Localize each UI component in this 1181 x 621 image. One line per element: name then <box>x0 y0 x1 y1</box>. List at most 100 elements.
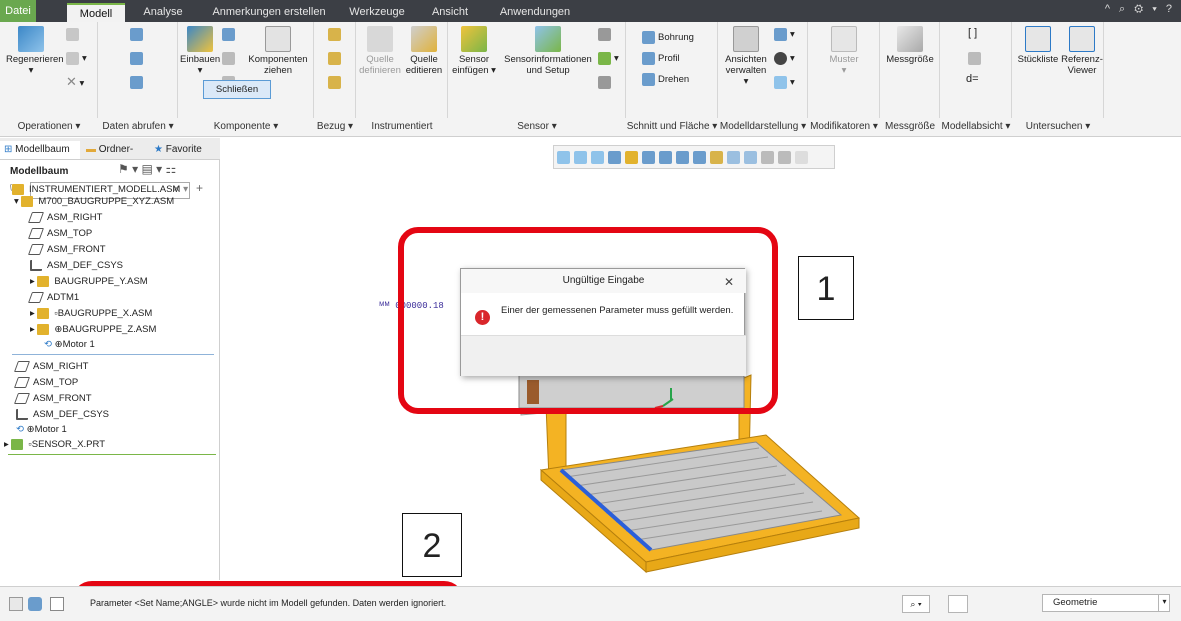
muster-button[interactable]: Muster ▾ <box>820 26 868 76</box>
create-component-icon[interactable] <box>222 28 238 41</box>
group-label-daten-abrufen[interactable]: Daten abrufen ▾ <box>98 119 178 135</box>
copy-geometry-icon[interactable] <box>130 52 146 65</box>
quelle-editieren-button[interactable]: Quelle editieren <box>402 26 446 76</box>
insert-here-line[interactable] <box>12 354 214 355</box>
appearance-icon[interactable]: ▾ <box>774 52 795 65</box>
ansichten-verwalten-button[interactable]: Ansichten verwalten ▾ <box>722 26 770 87</box>
tree-item-motor-1[interactable]: ⟲ ⊕Motor 1 <box>44 337 95 353</box>
tree2-item-asm-def-csys[interactable]: ASM_DEF_CSYS <box>16 407 109 423</box>
perspective-icon[interactable]: ▾ <box>774 28 795 41</box>
appearance-icon[interactable] <box>761 151 774 164</box>
sensorinformationen-button[interactable]: Sensorinformationen und Setup <box>500 26 596 76</box>
referenz-viewer-button[interactable]: Referenz- Viewer <box>1060 26 1104 76</box>
datum-plane-icon[interactable] <box>328 28 344 41</box>
family-table-icon[interactable] <box>968 52 984 65</box>
pause-icon[interactable] <box>778 151 791 164</box>
zoom-in-icon[interactable] <box>574 151 587 164</box>
einbauen-button[interactable]: Einbauen ▾ <box>180 26 220 76</box>
delete-icon[interactable]: ✕ ▾ <box>66 75 84 89</box>
spin-center-icon[interactable] <box>727 151 740 164</box>
callout-2: 2 <box>402 513 462 577</box>
datum-point-icon[interactable] <box>328 76 344 89</box>
group-label-bezug[interactable]: Bezug ▾ <box>314 119 356 135</box>
browser-icon[interactable] <box>28 597 42 611</box>
tab-modellbaum[interactable]: ⊞ Modellbaum <box>0 141 80 159</box>
stueckliste-button[interactable]: Stückliste <box>1016 26 1060 65</box>
display-style-icon[interactable]: ▾ <box>774 76 795 89</box>
group-label-untersuchen[interactable]: Untersuchen ▾ <box>1012 119 1104 135</box>
selection-filter-dropdown[interactable]: Geometrie <box>1042 594 1170 612</box>
sensor-einfuegen-button[interactable]: Sensor einfügen ▾ <box>452 26 496 76</box>
tree-item-baugruppe-y[interactable]: ▸ BAUGRUPPE_Y.ASM <box>30 274 148 290</box>
tree2-item-asm-top[interactable]: ASM_TOP <box>13 375 78 391</box>
tree-item-baugruppe-x[interactable]: ▸ ▫BAUGRUPPE_X.ASM <box>30 306 152 322</box>
tab-ordner[interactable]: ▬ Ordner- <box>82 141 148 159</box>
repaint-icon[interactable] <box>608 151 621 164</box>
tab-ansicht[interactable]: Ansicht <box>426 3 474 22</box>
datum-axis-icon[interactable] <box>328 52 344 65</box>
tree-settings-icon[interactable]: ⚑ ▾ ▤ ▾ ⚏ <box>118 162 176 176</box>
copy-icon[interactable] <box>66 28 82 41</box>
refit-icon[interactable] <box>557 151 570 164</box>
sensor-small-2-icon[interactable]: ▾ <box>598 52 619 65</box>
tab-analyse[interactable]: Analyse <box>135 3 191 22</box>
group-label-schnitt-flaeche[interactable]: Schnitt und Fläche ▾ <box>626 119 718 135</box>
annotation-display-icon[interactable] <box>710 151 723 164</box>
user-defined-feature-icon[interactable] <box>130 28 146 41</box>
group-label-modifikatoren[interactable]: Modifikatoren ▾ <box>808 119 880 135</box>
chevron-down-icon[interactable]: ▾ <box>1158 594 1170 612</box>
selection-filter-icon[interactable] <box>948 595 968 613</box>
datum-display-icon[interactable] <box>693 151 706 164</box>
komponenten-ziehen-button[interactable]: Komponenten ziehen <box>244 26 312 76</box>
tree-item-asm-front[interactable]: ASM_FRONT <box>27 242 106 258</box>
quelle-definieren-button[interactable]: Quelle definieren <box>358 26 402 76</box>
view-manager-icon[interactable] <box>659 151 672 164</box>
more-icon[interactable] <box>795 151 808 164</box>
tab-anmerkungen[interactable]: Anmerkungen erstellen <box>205 3 333 22</box>
find-icon[interactable]: ⌕ ▾ <box>902 595 930 613</box>
group-label-operationen[interactable]: Operationen ▾ <box>0 119 98 135</box>
group-label-sensor[interactable]: Sensor ▾ <box>448 119 626 135</box>
sensor-small-1-icon[interactable] <box>598 28 614 41</box>
tree2-item-asm-front[interactable]: ASM_FRONT <box>13 391 92 407</box>
saved-views-icon[interactable] <box>642 151 655 164</box>
tree-item-asm-top[interactable]: ASM_TOP <box>27 226 92 242</box>
profil-button[interactable]: Profil <box>642 52 680 65</box>
tab-favoriten[interactable]: ★ Favorite <box>150 141 220 159</box>
display-style-icon[interactable] <box>625 151 638 164</box>
regenerieren-button[interactable]: Regenerieren ▾ <box>6 26 64 76</box>
zoom-out-icon[interactable] <box>591 151 604 164</box>
tree-item-asm-def-csys[interactable]: ASM_DEF_CSYS <box>30 258 123 274</box>
fullscreen-icon[interactable] <box>50 597 64 611</box>
group-label-modellabsicht[interactable]: Modellabsicht ▾ <box>940 119 1012 135</box>
tree-item-m700[interactable]: ▾ M700_BAUGRUPPE_XYZ.ASM <box>14 194 174 210</box>
tree-item-adtm1[interactable]: ADTM1 <box>27 290 79 306</box>
tree2-item-sensor-x[interactable]: ▸ ▫SENSOR_X.PRT <box>4 437 105 453</box>
tree-item-asm-right[interactable]: ASM_RIGHT <box>27 210 102 226</box>
bohrung-button[interactable]: Bohrung <box>642 31 694 44</box>
drehen-button[interactable]: Drehen <box>642 73 689 86</box>
add-filter-icon[interactable]: + <box>196 181 203 195</box>
section-icon[interactable] <box>676 151 689 164</box>
close-button[interactable]: Schließen <box>203 80 271 99</box>
group-label-modelldarstellung[interactable]: Modelldarstellung ▾ <box>718 119 808 135</box>
shrinkwrap-icon[interactable] <box>130 76 146 89</box>
paste-icon[interactable]: ▾ <box>66 52 87 65</box>
group-label-messgroesse: Messgröße <box>884 121 935 132</box>
toggle-navigator-icon[interactable] <box>9 597 23 611</box>
repeat-icon[interactable] <box>222 52 238 65</box>
messgroesse-button[interactable]: Messgröße <box>884 26 936 65</box>
relations-button[interactable]: d= <box>966 74 979 85</box>
tree-item-baugruppe-z[interactable]: ▸ ⊕BAUGRUPPE_Z.ASM <box>30 322 156 338</box>
tab-werkzeuge[interactable]: Werkzeuge <box>346 3 408 22</box>
tab-anwendungen[interactable]: Anwendungen <box>492 3 578 22</box>
parameters-icon[interactable]: [ ] <box>968 28 977 39</box>
tree2-item-asm-right[interactable]: ASM_RIGHT <box>13 359 88 375</box>
quick-access-toolbar[interactable]: ^ ⌕ ⚙ ▾ ? <box>1105 3 1175 16</box>
group-label-komponente[interactable]: Komponente ▾ <box>178 119 314 135</box>
sensor-small-3-icon[interactable] <box>598 76 614 89</box>
perspective-icon[interactable] <box>744 151 757 164</box>
tab-modell[interactable]: Modell <box>67 3 125 22</box>
tab-datei[interactable]: Datei <box>0 0 36 22</box>
tree2-item-motor-1[interactable]: ⟲ ⊕Motor 1 <box>16 422 67 438</box>
